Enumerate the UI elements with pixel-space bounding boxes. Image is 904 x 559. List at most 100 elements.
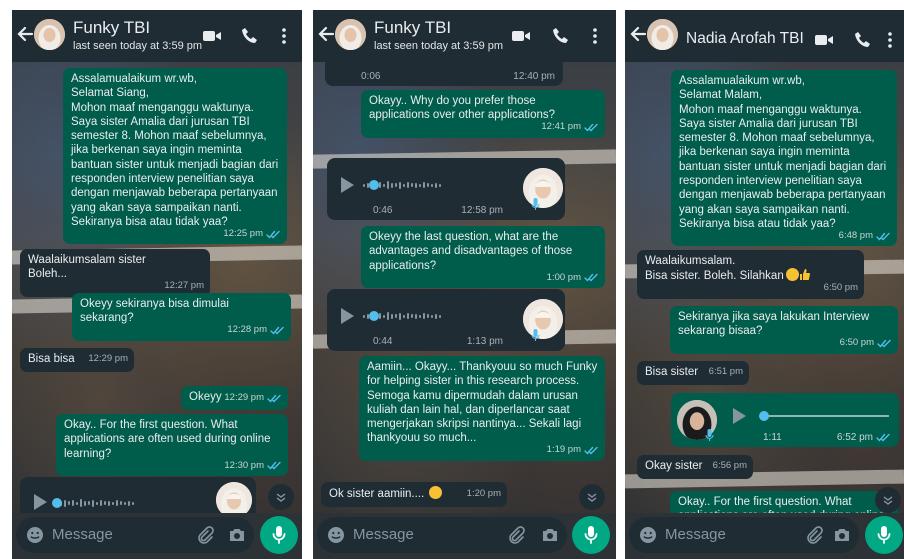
voice-record-button[interactable] — [260, 516, 298, 554]
chat-header: Funky TBI last seen today at 3:59 pm — [313, 10, 616, 62]
more-options-icon[interactable] — [585, 26, 605, 46]
message-outgoing[interactable]: Sekiranya jika saya lakukan Interview se… — [670, 306, 898, 354]
message-outgoing[interactable]: Okeyy sekiranya bisa dimulai sekarang? 1… — [72, 293, 291, 341]
message-time: 12:29 pm — [88, 353, 128, 364]
message-text: Sekiranya jika saya lakukan Interview se… — [678, 311, 870, 338]
chat-area[interactable]: 0:06 12:40 pm Okayy.. Why do you prefer … — [313, 62, 616, 513]
contact-avatar[interactable] — [34, 19, 65, 50]
message-text: Assalamualaikum wr.wb, Selamat Malam, Mo… — [679, 75, 887, 230]
voice-duration: 1:11 — [763, 432, 782, 443]
message-incoming[interactable]: Okay sister 6:56 pm — [637, 455, 753, 480]
microphone-icon — [876, 525, 892, 545]
message-outgoing[interactable]: Okeyy the last question, what are the ad… — [361, 226, 605, 288]
message-text: Okay.. For the first question. What appl… — [64, 419, 271, 460]
playback-position-dot[interactable] — [759, 411, 769, 421]
back-arrow-icon[interactable] — [16, 24, 34, 44]
chat-area[interactable]: Assalamualaikum wr.wb, Selamat Siang, Mo… — [12, 62, 302, 513]
voice-message[interactable]: 0:06 12:40 pm — [325, 62, 563, 86]
more-options-icon[interactable] — [274, 26, 294, 46]
more-options-icon[interactable] — [880, 30, 900, 50]
contact-avatar[interactable] — [647, 19, 678, 50]
message-time: 12:28 pm — [227, 324, 267, 336]
message-incoming[interactable]: Bisa bisa 12:29 pm — [20, 348, 134, 373]
play-icon[interactable] — [339, 176, 355, 194]
play-icon[interactable] — [32, 493, 48, 511]
message-outgoing[interactable]: Okeyy 12:29 pm — [181, 386, 288, 411]
message-time: 6:50 pm — [823, 282, 858, 294]
message-placeholder: Message — [52, 526, 113, 543]
contact-avatar[interactable] — [335, 19, 366, 50]
scroll-down-button[interactable] — [579, 484, 605, 510]
chevron-down-icon — [275, 491, 287, 503]
message-placeholder: Message — [665, 526, 726, 543]
message-outgoing[interactable]: Assalamualaikum wr.wb, Selamat Malam, Mo… — [671, 70, 897, 247]
compose-bar: Message — [313, 513, 616, 559]
camera-icon[interactable] — [833, 526, 851, 544]
camera-icon[interactable] — [541, 526, 559, 544]
message-outgoing[interactable]: Okayy.. Why do you prefer those applicat… — [361, 90, 605, 138]
voice-time: 6:52 pm — [837, 432, 891, 443]
message-outgoing[interactable]: Okay.. For the first question. What appl… — [56, 414, 288, 476]
read-ticks-icon — [876, 433, 891, 442]
read-ticks-icon — [584, 273, 599, 282]
attach-icon[interactable] — [196, 526, 214, 544]
emoji-icon[interactable] — [639, 526, 657, 544]
read-ticks-icon — [267, 394, 282, 403]
voice-record-button[interactable] — [865, 516, 903, 554]
voice-record-button[interactable] — [572, 516, 610, 554]
read-ticks-icon — [270, 326, 285, 335]
scroll-down-button[interactable] — [875, 487, 901, 513]
message-time: 1:19 pm — [546, 444, 581, 456]
message-incoming[interactable]: Bisa sister 6:51 pm — [637, 361, 749, 386]
message-outgoing[interactable]: Aamiin... Okayy... Thankyouu so much Fun… — [359, 356, 605, 461]
emoji-icon[interactable] — [327, 526, 345, 544]
playback-position-dot[interactable] — [369, 180, 379, 190]
camera-icon[interactable] — [228, 526, 246, 544]
audio-progress-track[interactable] — [763, 415, 889, 417]
playback-position-dot[interactable] — [369, 311, 379, 321]
message-time: 12:30 pm — [224, 459, 264, 471]
voice-duration: 0:44 — [373, 336, 393, 347]
video-call-icon[interactable] — [202, 26, 222, 46]
audio-waveform[interactable] — [56, 499, 134, 507]
attach-icon[interactable] — [805, 526, 823, 544]
voice-call-icon[interactable] — [240, 26, 260, 46]
microphone-icon — [271, 525, 287, 545]
back-arrow-icon[interactable] — [629, 24, 647, 44]
message-input[interactable]: Message — [317, 517, 567, 553]
message-input[interactable]: Message — [629, 517, 859, 553]
voice-message[interactable]: 1:11 6:52 pm — [671, 393, 899, 447]
emoji-icon[interactable] — [26, 526, 44, 544]
chat-area[interactable]: Assalamualaikum wr.wb, Selamat Malam, Mo… — [625, 62, 904, 513]
message-text: Aamiin... Okayy... Thankyouu so much Fun… — [367, 361, 598, 445]
voice-call-icon[interactable] — [551, 26, 571, 46]
message-text: Okeyy the last question, what are the ad… — [369, 231, 573, 272]
play-icon[interactable] — [731, 407, 747, 425]
voice-duration: 0:46 — [373, 205, 393, 216]
contact-name[interactable]: Funky TBI — [374, 18, 451, 38]
voice-time: 12:58 pm — [461, 205, 503, 216]
message-text: Okayy.. Why do you prefer those applicat… — [369, 95, 556, 122]
play-icon[interactable] — [339, 307, 355, 325]
back-arrow-icon[interactable] — [317, 24, 335, 44]
chat-header: Funky TBI last seen today at 3:59 pm — [12, 10, 302, 62]
message-incoming[interactable]: Waalaikumsalam sister Boleh... 12:27 pm — [20, 249, 210, 297]
scroll-down-button[interactable] — [268, 484, 294, 510]
video-call-icon[interactable] — [814, 30, 834, 50]
voice-message[interactable]: 0:44 1:13 pm — [327, 289, 565, 351]
video-call-icon[interactable] — [511, 26, 531, 46]
contact-name[interactable]: Funky TBI — [73, 18, 150, 38]
message-incoming[interactable]: Ok sister aamiin.... 1:20 pm — [321, 482, 507, 508]
contact-name[interactable]: Nadia Arofah TBI — [686, 30, 804, 48]
attach-icon[interactable] — [507, 526, 525, 544]
voice-note-mic-icon — [531, 329, 540, 342]
voice-message[interactable] — [20, 477, 256, 513]
voice-message[interactable]: 0:46 12:58 pm — [327, 158, 565, 220]
playback-position-dot[interactable] — [52, 498, 62, 508]
compose-bar: Message — [625, 513, 904, 559]
voice-call-icon[interactable] — [853, 30, 873, 50]
message-incoming[interactable]: Waalaikumsalam. Bisa sister. Boleh. Sila… — [637, 250, 864, 299]
message-outgoing[interactable]: Okay.. For the first question. What appl… — [670, 491, 898, 513]
message-outgoing[interactable]: Assalamualaikum wr.wb, Selamat Siang, Mo… — [63, 68, 287, 245]
message-input[interactable]: Message — [16, 517, 254, 553]
